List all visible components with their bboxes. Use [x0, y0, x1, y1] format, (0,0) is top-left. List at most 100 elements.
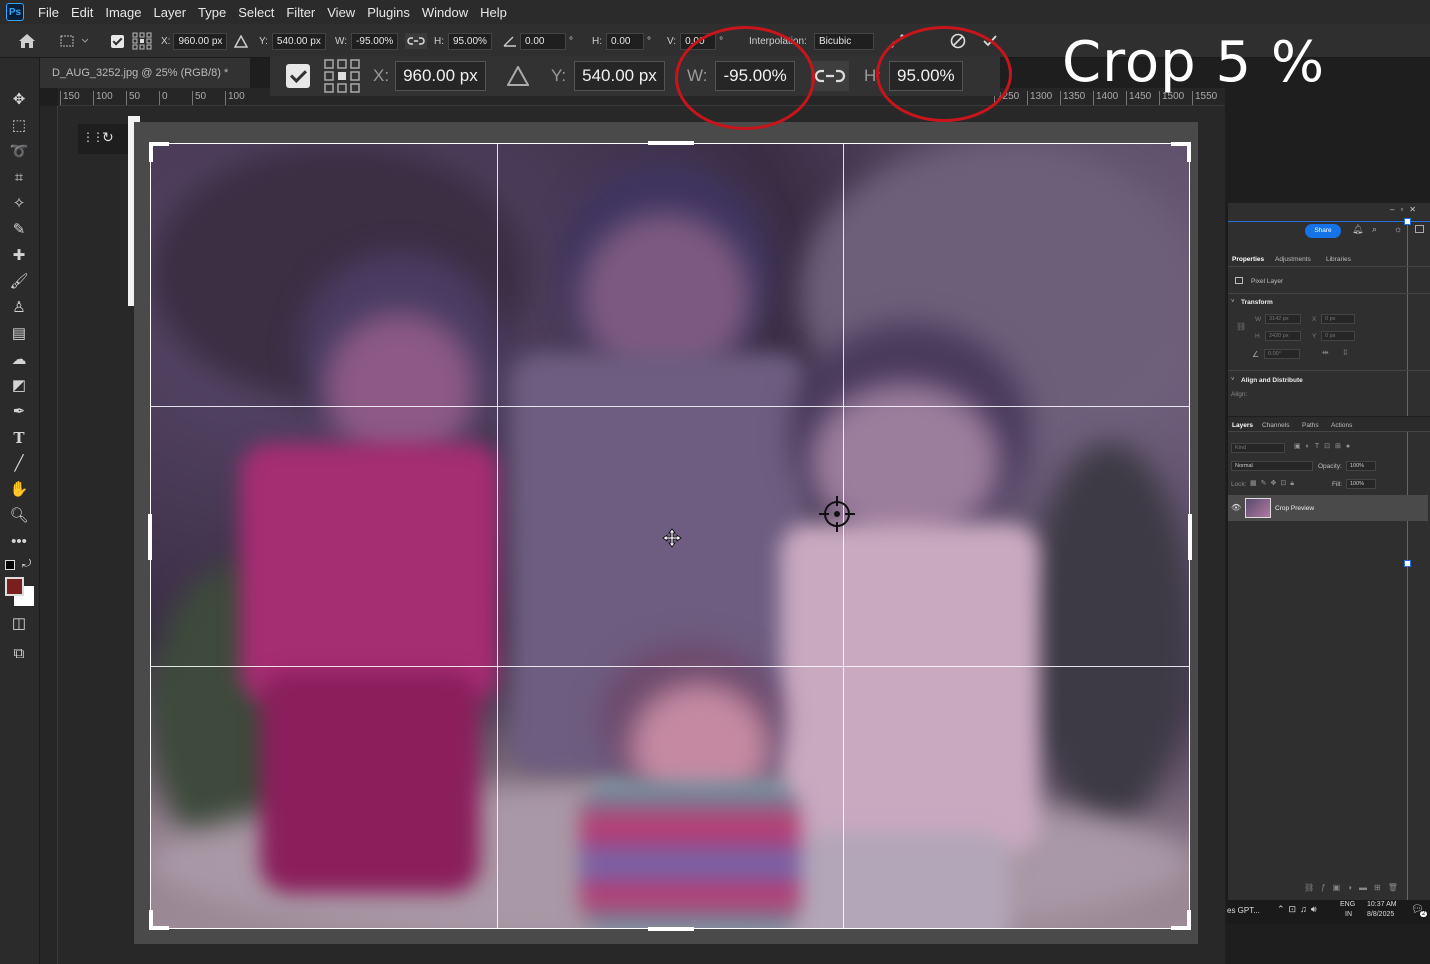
lasso-tool-icon[interactable]: ➰ — [8, 142, 30, 162]
link-icon-panel[interactable]: ⛓ — [1236, 322, 1246, 331]
y-input-zoomed[interactable]: 540.00 px — [574, 61, 665, 91]
angle-field-panel[interactable]: 0.00° — [1264, 349, 1300, 359]
zoom-tool-icon[interactable]: 🔍︎ — [8, 506, 30, 526]
object-selection-tool-icon[interactable]: ✧ — [8, 194, 30, 214]
home-icon[interactable] — [18, 32, 36, 50]
lock-icons[interactable]: ▦✎✥⊡🔒︎ — [1250, 479, 1298, 488]
y-field-panel[interactable]: 0 px — [1321, 331, 1355, 341]
edge-handle-bottom[interactable] — [648, 927, 694, 931]
corner-handle-top-right-v[interactable] — [1187, 142, 1191, 162]
smudge-tool-icon[interactable]: ☁ — [8, 350, 30, 370]
selection-handle[interactable] — [1404, 560, 1411, 567]
edge-handle-left[interactable] — [148, 514, 152, 560]
height-field-panel[interactable]: 2420 px — [1265, 331, 1301, 341]
tab-adjustments[interactable]: Adjustments — [1275, 256, 1311, 263]
crop-bounding-box[interactable] — [148, 141, 1192, 931]
line-tool-icon[interactable]: ╱ — [8, 454, 30, 474]
menu-select[interactable]: Select — [232, 5, 280, 20]
link-icon-zoomed[interactable] — [811, 61, 849, 91]
screen-mode-icon[interactable]: ⧉ — [8, 644, 30, 664]
type-tool-icon[interactable]: T — [8, 428, 30, 448]
quick-mask-icon[interactable]: ◫ — [8, 614, 30, 634]
x-input-zoomed[interactable]: 960.00 px — [395, 61, 486, 91]
edge-handle-right[interactable] — [1188, 514, 1192, 560]
x-field-panel[interactable]: 0 px — [1321, 314, 1355, 324]
menu-type[interactable]: Type — [192, 5, 232, 20]
more-tools-icon[interactable]: ••• — [8, 532, 30, 552]
gradient-tool-icon[interactable]: ▤ — [8, 324, 30, 344]
y-input[interactable]: 540.00 px — [271, 32, 326, 50]
foreground-color-swatch[interactable] — [5, 577, 24, 596]
opacity-field[interactable]: 100% — [1346, 461, 1376, 471]
transform-tool-icon[interactable] — [58, 32, 88, 50]
height-input[interactable]: 95.00% — [448, 32, 492, 50]
reference-point-checkbox-zoomed[interactable] — [286, 64, 310, 88]
tab-properties[interactable]: Properties — [1232, 256, 1264, 263]
transform-chevron-icon[interactable]: ˅ — [1231, 299, 1235, 305]
selection-handle[interactable] — [1404, 218, 1411, 225]
layer-bottom-icons[interactable]: ⛓ƒ▣◑▬⊞🗑︎ — [1304, 883, 1405, 892]
system-tray-icons[interactable]: ⌃⊡♫🔊︎ — [1277, 904, 1321, 915]
healing-brush-tool-icon[interactable]: ✚ — [8, 246, 30, 266]
tab-layers[interactable]: Layers — [1232, 422, 1253, 429]
tab-libraries[interactable]: Libraries — [1326, 256, 1351, 263]
delta-icon[interactable] — [234, 32, 248, 50]
flip-vertical-icon[interactable]: ⇳ — [1342, 348, 1349, 357]
default-colors-icon[interactable] — [5, 560, 15, 570]
visibility-eye-icon[interactable]: 👁︎ — [1231, 503, 1241, 512]
menu-image[interactable]: Image — [99, 5, 147, 20]
width-input[interactable]: -95.00% — [351, 32, 399, 50]
delta-icon-zoomed[interactable] — [507, 61, 529, 91]
brush-tool-icon[interactable]: 🖌 — [8, 272, 30, 292]
crop-tool-icon[interactable]: ⌗ — [8, 168, 30, 188]
layer-filter-icons[interactable]: ▣◐T⊡⊞● — [1294, 442, 1355, 450]
hand-tool-icon[interactable]: ✋ — [8, 480, 30, 500]
tab-channels[interactable]: Channels — [1262, 422, 1289, 429]
search-icon[interactable]: ⌕ — [1372, 224, 1377, 235]
menu-edit[interactable]: Edit — [65, 5, 99, 20]
tab-actions[interactable]: Actions — [1331, 422, 1352, 429]
blend-mode-select[interactable]: Normal — [1231, 461, 1313, 471]
h-skew-input[interactable]: 0.00 — [606, 32, 644, 50]
eyedropper-tool-icon[interactable]: ✎ — [8, 220, 30, 240]
menu-plugins[interactable]: Plugins — [361, 5, 416, 20]
clone-stamp-tool-icon[interactable]: ♙ — [8, 298, 30, 318]
menu-window[interactable]: Window — [416, 5, 474, 20]
corner-handle-top-left-v[interactable] — [149, 142, 153, 162]
language-label[interactable]: ENG — [1340, 901, 1355, 908]
menu-help[interactable]: Help — [474, 5, 513, 20]
marquee-tool-icon[interactable]: ⬚ — [8, 116, 30, 136]
swap-colors-icon[interactable]: ⤾ — [22, 558, 31, 571]
light-icon[interactable]: ☼ — [1394, 224, 1402, 234]
corner-handle-bottom-left-v[interactable] — [149, 910, 153, 930]
reference-point-checkbox[interactable] — [111, 34, 124, 48]
layer-kind-filter[interactable]: Kind — [1231, 443, 1285, 453]
document-tab[interactable]: D_AUG_3252.jpg @ 25% (RGB/8) * — [40, 58, 250, 88]
window-controls[interactable]: –▫✕ — [1390, 205, 1422, 214]
menu-filter[interactable]: Filter — [280, 5, 321, 20]
corner-handle-bottom-right-v[interactable] — [1187, 910, 1191, 930]
share-button[interactable]: Share — [1305, 224, 1341, 238]
angle-input[interactable]: 0.00 — [520, 32, 566, 50]
menu-file[interactable]: File — [32, 5, 65, 20]
fill-field[interactable]: 100% — [1346, 479, 1376, 489]
workspace-icon[interactable] — [1415, 225, 1424, 233]
taskbar-app-label[interactable]: es GPT... — [1227, 906, 1260, 915]
align-chevron-icon[interactable]: ˅ — [1231, 377, 1235, 383]
photoshop-logo-icon[interactable]: Ps — [6, 3, 24, 21]
menu-view[interactable]: View — [321, 5, 361, 20]
width-field-panel[interactable]: 3142 px — [1265, 314, 1301, 324]
flip-horizontal-icon[interactable]: ⇹ — [1322, 348, 1329, 357]
move-tool-icon[interactable]: ✥ — [8, 90, 30, 110]
layer-row[interactable]: 👁︎ Crop Preview — [1228, 495, 1428, 521]
bell-icon[interactable]: 🔔︎ — [1352, 224, 1363, 235]
reference-point-grid-icon[interactable] — [132, 32, 152, 50]
menu-layer[interactable]: Layer — [148, 5, 193, 20]
reference-point-grid-icon-zoomed[interactable] — [324, 59, 360, 93]
pen-tool-icon[interactable]: ✒ — [8, 402, 30, 422]
interpolation-select[interactable]: Bicubic — [814, 32, 874, 50]
clock-time[interactable]: 10:37 AM — [1367, 901, 1397, 908]
reference-point-icon[interactable] — [817, 494, 857, 539]
link-icon[interactable] — [405, 32, 427, 50]
reset-transform-icon[interactable]: ↻ — [102, 129, 114, 146]
